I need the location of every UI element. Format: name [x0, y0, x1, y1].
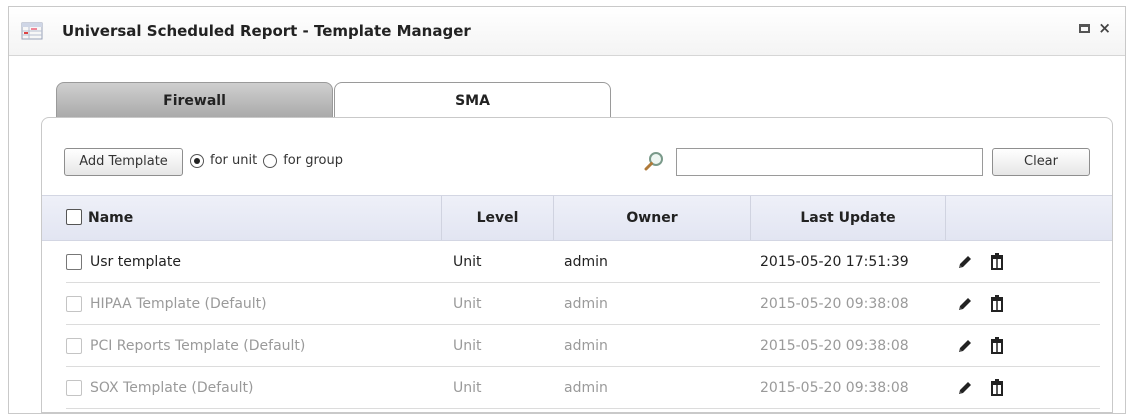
scope-radio-group: for unit for group	[190, 153, 349, 168]
tab-content-panel: Add Template for unit for group Clear Na…	[41, 117, 1113, 413]
for-unit-label: for unit	[210, 153, 258, 168]
report-app-icon	[21, 22, 43, 40]
for-group-radio[interactable]	[263, 153, 278, 168]
table-header: Name Level Owner Last Update	[42, 195, 1112, 241]
row-checkbox[interactable]	[66, 296, 82, 312]
template-owner: admin	[564, 254, 608, 270]
template-level: Unit	[453, 296, 482, 312]
template-last-update: 2015-05-20 09:38:08	[760, 338, 909, 354]
templates-table: Name Level Owner Last Update Usr templat…	[42, 195, 1112, 409]
trash-icon[interactable]	[988, 336, 1006, 354]
tab-sma[interactable]: SMA	[334, 82, 611, 118]
column-header-level[interactable]: Level	[442, 196, 554, 240]
template-name: Usr template	[90, 254, 181, 270]
column-header-actions	[946, 196, 1112, 240]
edit-button[interactable]	[956, 379, 974, 397]
window-titlebar: Universal Scheduled Report - Template Ma…	[9, 7, 1125, 56]
pencil-icon[interactable]	[956, 379, 974, 397]
column-header-name[interactable]: Name	[42, 196, 442, 240]
template-last-update: 2015-05-20 09:38:08	[760, 380, 909, 396]
delete-button[interactable]	[988, 378, 1006, 396]
trash-icon[interactable]	[988, 294, 1006, 312]
trash-icon[interactable]	[988, 378, 1006, 396]
row-checkbox[interactable]	[66, 338, 82, 354]
edit-button[interactable]	[956, 337, 974, 355]
template-name: SOX Template (Default)	[90, 380, 254, 396]
for-unit-radio[interactable]	[190, 153, 204, 168]
pencil-icon[interactable]	[956, 295, 974, 313]
search-icon	[644, 152, 663, 171]
clear-button[interactable]: Clear	[992, 148, 1090, 176]
for-group-label: for group	[283, 153, 343, 168]
template-owner: admin	[564, 380, 608, 396]
table-row: Usr template Unit admin 2015-05-20 17:51…	[42, 241, 1112, 283]
tab-bar: Firewall SMA	[56, 82, 611, 118]
pencil-icon[interactable]	[956, 337, 974, 355]
template-owner: admin	[564, 296, 608, 312]
window-controls: ×	[1079, 21, 1111, 36]
edit-button[interactable]	[956, 253, 974, 271]
template-level: Unit	[453, 338, 482, 354]
delete-button[interactable]	[988, 336, 1006, 354]
template-last-update: 2015-05-20 09:38:08	[760, 296, 909, 312]
template-last-update: 2015-05-20 17:51:39	[760, 254, 909, 270]
maximize-icon[interactable]	[1079, 24, 1091, 33]
template-level: Unit	[453, 254, 482, 270]
column-header-last-update[interactable]: Last Update	[751, 196, 946, 240]
trash-icon[interactable]	[988, 252, 1006, 270]
close-icon[interactable]: ×	[1098, 21, 1111, 36]
template-name: HIPAA Template (Default)	[90, 296, 267, 312]
table-row: PCI Reports Template (Default) Unit admi…	[42, 325, 1112, 367]
template-name: PCI Reports Template (Default)	[90, 338, 306, 354]
table-row: HIPAA Template (Default) Unit admin 2015…	[42, 283, 1112, 325]
template-owner: admin	[564, 338, 608, 354]
add-template-button[interactable]: Add Template	[64, 148, 183, 176]
toolbar: Add Template for unit for group Clear	[64, 146, 1090, 178]
column-header-owner[interactable]: Owner	[554, 196, 751, 240]
search-input[interactable]	[676, 148, 983, 176]
row-checkbox[interactable]	[66, 254, 82, 270]
pencil-icon[interactable]	[956, 253, 974, 271]
template-level: Unit	[453, 380, 482, 396]
edit-button[interactable]	[956, 295, 974, 313]
row-checkbox[interactable]	[66, 380, 82, 396]
delete-button[interactable]	[988, 252, 1006, 270]
delete-button[interactable]	[988, 294, 1006, 312]
table-row: SOX Template (Default) Unit admin 2015-0…	[42, 367, 1112, 409]
template-manager-window: Universal Scheduled Report - Template Ma…	[8, 6, 1126, 414]
window-title: Universal Scheduled Report - Template Ma…	[62, 22, 471, 40]
tab-firewall[interactable]: Firewall	[56, 82, 333, 118]
